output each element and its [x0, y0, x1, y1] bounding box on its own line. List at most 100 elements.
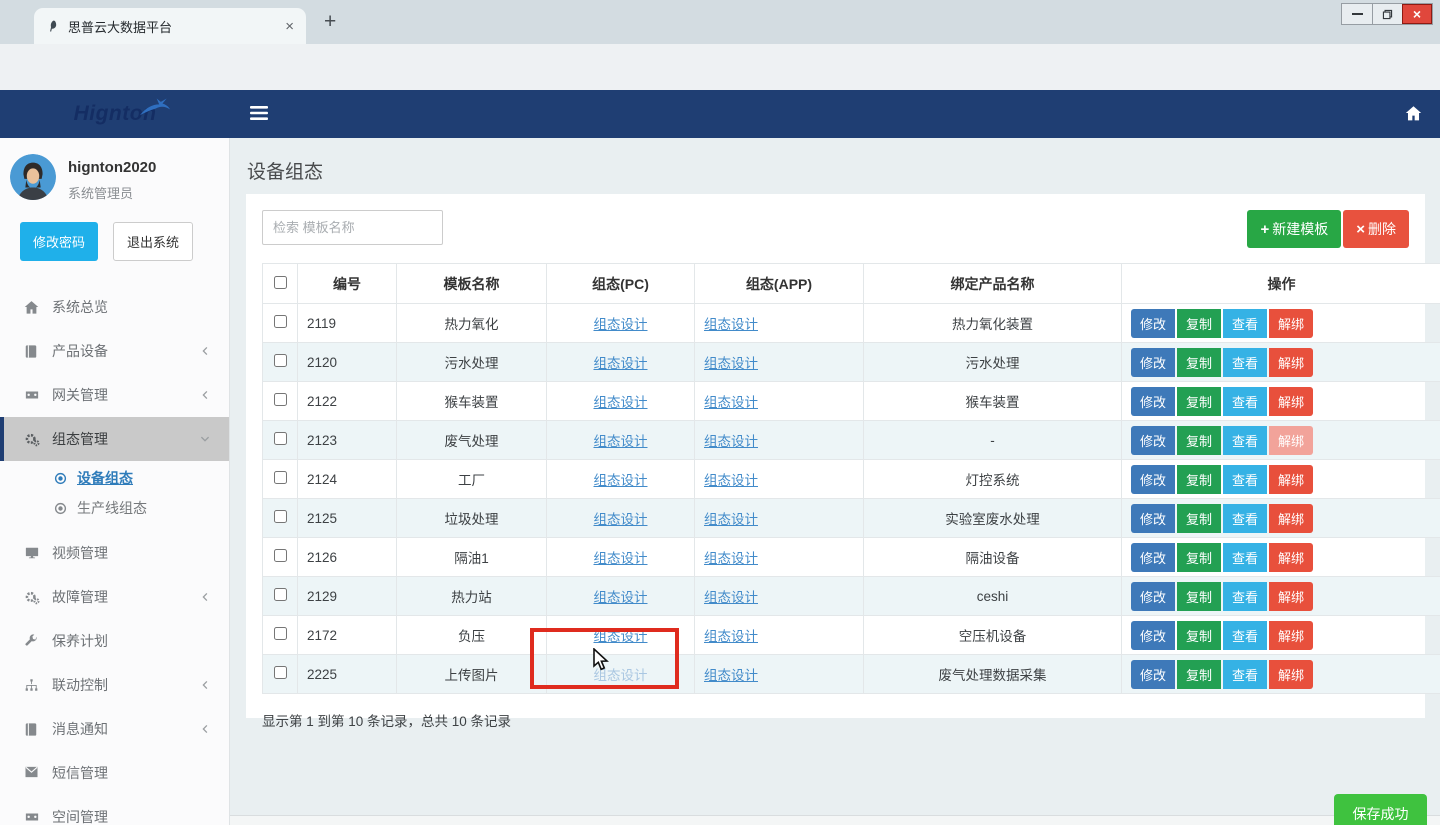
edit-button[interactable]: 修改	[1131, 309, 1175, 338]
copy-button[interactable]: 复制	[1177, 309, 1221, 338]
unbind-button[interactable]: 解绑	[1269, 582, 1313, 611]
copy-button[interactable]: 复制	[1177, 426, 1221, 455]
delete-button[interactable]: ×删除	[1343, 210, 1409, 248]
pc-design-link[interactable]: 组态设计	[594, 395, 648, 410]
app-design-link[interactable]: 组态设计	[704, 434, 758, 449]
close-button[interactable]: ×	[1402, 4, 1432, 24]
pc-design-link[interactable]: 组态设计	[594, 473, 648, 488]
edit-button[interactable]: 修改	[1131, 465, 1175, 494]
row-checkbox[interactable]	[274, 432, 287, 445]
pc-design-link[interactable]: 组态设计	[594, 551, 648, 566]
view-button[interactable]: 查看	[1223, 348, 1267, 377]
unbind-button[interactable]: 解绑	[1269, 387, 1313, 416]
edit-button[interactable]: 修改	[1131, 660, 1175, 689]
row-checkbox[interactable]	[274, 471, 287, 484]
table-row: 2126 隔油1 组态设计 组态设计 隔油设备 修改 复制 查看 解绑	[263, 538, 1440, 577]
copy-button[interactable]: 复制	[1177, 582, 1221, 611]
edit-button[interactable]: 修改	[1131, 582, 1175, 611]
copy-button[interactable]: 复制	[1177, 660, 1221, 689]
copy-button[interactable]: 复制	[1177, 387, 1221, 416]
row-checkbox[interactable]	[274, 510, 287, 523]
sidebar-item-system-overview[interactable]: 系统总览	[0, 285, 229, 329]
edit-button[interactable]: 修改	[1131, 621, 1175, 650]
pc-design-link[interactable]: 组态设计	[594, 512, 648, 527]
row-checkbox[interactable]	[274, 627, 287, 640]
unbind-button[interactable]: 解绑	[1269, 660, 1313, 689]
unbind-button[interactable]: 解绑	[1269, 348, 1313, 377]
sidebar-item-message-notice[interactable]: 消息通知	[0, 707, 229, 751]
app-design-link[interactable]: 组态设计	[704, 317, 758, 332]
save-success-toast: 保存成功	[1334, 794, 1427, 825]
sidebar-item-fault-management[interactable]: 故障管理	[0, 575, 229, 619]
new-tab-button[interactable]: +	[324, 10, 336, 34]
copy-button[interactable]: 复制	[1177, 465, 1221, 494]
edit-button[interactable]: 修改	[1131, 543, 1175, 572]
sidebar-item-linkage-control[interactable]: 联动控制	[0, 663, 229, 707]
app-design-link[interactable]: 组态设计	[704, 395, 758, 410]
app-design-link[interactable]: 组态设计	[704, 629, 758, 644]
logout-button[interactable]: 退出系统	[113, 222, 193, 261]
unbind-button[interactable]: 解绑	[1269, 621, 1313, 650]
sidebar-item-scada-management[interactable]: 组态管理	[0, 417, 229, 461]
film-icon	[24, 388, 39, 403]
view-button[interactable]: 查看	[1223, 621, 1267, 650]
select-all-checkbox[interactable]	[274, 276, 287, 289]
unbind-button[interactable]: 解绑	[1269, 504, 1313, 533]
view-button[interactable]: 查看	[1223, 660, 1267, 689]
unbind-button[interactable]: 解绑	[1269, 309, 1313, 338]
view-button[interactable]: 查看	[1223, 465, 1267, 494]
view-button[interactable]: 查看	[1223, 309, 1267, 338]
pc-design-link[interactable]: 组态设计	[594, 434, 648, 449]
row-checkbox[interactable]	[274, 393, 287, 406]
restore-button[interactable]	[1372, 4, 1402, 24]
copy-button[interactable]: 复制	[1177, 348, 1221, 377]
table-row: 2129 热力站 组态设计 组态设计 ceshi 修改 复制 查看 解绑	[263, 577, 1440, 616]
unbind-button[interactable]: 解绑	[1269, 543, 1313, 572]
row-checkbox[interactable]	[274, 354, 287, 367]
pc-design-link[interactable]: 组态设计	[594, 317, 648, 332]
home-icon[interactable]	[1405, 105, 1422, 122]
copy-button[interactable]: 复制	[1177, 543, 1221, 572]
row-checkbox[interactable]	[274, 549, 287, 562]
view-button[interactable]: 查看	[1223, 504, 1267, 533]
app-design-link[interactable]: 组态设计	[704, 590, 758, 605]
sidebar-item-product-device[interactable]: 产品设备	[0, 329, 229, 373]
edit-button[interactable]: 修改	[1131, 387, 1175, 416]
view-button[interactable]: 查看	[1223, 582, 1267, 611]
pc-design-link[interactable]: 组态设计	[594, 590, 648, 605]
change-password-button[interactable]: 修改密码	[20, 222, 98, 261]
sidebar-item-sms-management[interactable]: 短信管理	[0, 751, 229, 795]
row-checkbox[interactable]	[274, 315, 287, 328]
pc-design-link[interactable]: 组态设计	[594, 356, 648, 371]
row-id: 2129	[298, 577, 397, 616]
edit-button[interactable]: 修改	[1131, 504, 1175, 533]
view-button[interactable]: 查看	[1223, 387, 1267, 416]
deer-logo-icon	[138, 96, 256, 116]
app-design-link[interactable]: 组态设计	[704, 473, 758, 488]
hamburger-menu-icon[interactable]	[250, 105, 268, 121]
sidebar-subitem-device-scada[interactable]: 设备组态	[0, 463, 229, 493]
view-button[interactable]: 查看	[1223, 543, 1267, 572]
tab-close-icon[interactable]: ×	[285, 19, 294, 34]
app-design-link[interactable]: 组态设计	[704, 512, 758, 527]
copy-button[interactable]: 复制	[1177, 504, 1221, 533]
sidebar-item-space-management[interactable]: 空间管理	[0, 795, 229, 825]
sidebar-item-gateway-management[interactable]: 网关管理	[0, 373, 229, 417]
unbind-button[interactable]: 解绑	[1269, 465, 1313, 494]
sidebar-item-maintenance-plan[interactable]: 保养计划	[0, 619, 229, 663]
view-button[interactable]: 查看	[1223, 426, 1267, 455]
app-design-link[interactable]: 组态设计	[704, 356, 758, 371]
app-design-link[interactable]: 组态设计	[704, 551, 758, 566]
browser-tab[interactable]: 思普云大数据平台 ×	[34, 8, 306, 44]
app-design-link[interactable]: 组态设计	[704, 668, 758, 683]
new-template-button[interactable]: +新建模板	[1247, 210, 1341, 248]
row-checkbox[interactable]	[274, 588, 287, 601]
edit-button[interactable]: 修改	[1131, 348, 1175, 377]
sidebar-subitem-production-line-scada[interactable]: 生产线组态	[0, 493, 229, 523]
sidebar-item-video-management[interactable]: 视频管理	[0, 531, 229, 575]
search-input[interactable]	[262, 210, 443, 245]
copy-button[interactable]: 复制	[1177, 621, 1221, 650]
row-checkbox[interactable]	[274, 666, 287, 679]
minimize-button[interactable]	[1342, 4, 1372, 24]
edit-button[interactable]: 修改	[1131, 426, 1175, 455]
